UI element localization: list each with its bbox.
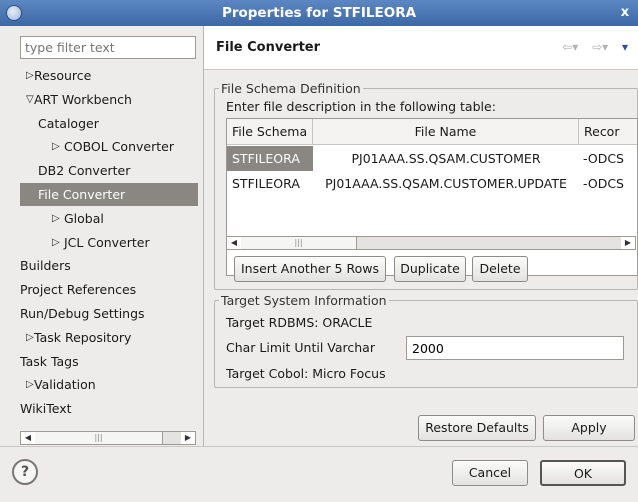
target-rdbms-label: Target RDBMS: ORACLE xyxy=(226,315,373,330)
tree-item-label: DB2 Converter xyxy=(38,163,131,179)
tree-item-label: COBOL Converter xyxy=(64,139,174,155)
back-icon[interactable]: ⇦▾ xyxy=(562,40,578,54)
target-cobol-label: Target Cobol: Micro Focus xyxy=(226,366,386,381)
help-icon[interactable]: ? xyxy=(12,459,38,485)
table-scrollbar[interactable]: ◀ ||| ▶ xyxy=(226,236,636,250)
nav-arrows: ⇦▾ ⇨▾ ▾ xyxy=(552,40,628,56)
restore-defaults-button[interactable]: Restore Defaults xyxy=(418,415,536,441)
collapsed-arrow-icon[interactable]: ▷ xyxy=(52,231,62,254)
tree-item-label: Validation xyxy=(34,377,96,393)
view-menu-icon[interactable]: ▾ xyxy=(622,40,628,54)
char-limit-input[interactable] xyxy=(406,336,624,360)
tree-item[interactable]: ▷ Global xyxy=(0,207,203,230)
right-panel: File Converter ⇦▾ ⇨▾ ▾ File Schema Defin… xyxy=(204,26,638,446)
tree-item-label: Task Tags xyxy=(20,353,79,369)
scroll-right-icon[interactable]: ▶ xyxy=(621,237,635,249)
close-icon[interactable]: x xyxy=(616,4,634,22)
cell-record[interactable]: -ODCS xyxy=(583,146,637,171)
tree-item[interactable]: ▷ JCL Converter xyxy=(0,231,203,254)
tree-item-label: File Converter xyxy=(38,187,126,202)
tree-item[interactable]: ▷ Resource xyxy=(0,64,203,87)
scroll-thumb[interactable]: ||| xyxy=(35,432,163,444)
tree-item-label: Cataloger xyxy=(38,115,99,131)
tree-item[interactable]: WikiText xyxy=(0,397,203,420)
cell-file-schema[interactable]: STFILEORA xyxy=(227,146,313,171)
title-bar: Properties for STFILEORA x xyxy=(0,0,638,26)
tree-item-label: Builders xyxy=(20,258,71,274)
tree-item-label: ART Workbench xyxy=(34,91,132,107)
page-header: File Converter ⇦▾ ⇨▾ ▾ xyxy=(204,26,638,70)
tree-item-label: Resource xyxy=(34,68,92,83)
file-schema-group-title: File Schema Definition xyxy=(219,81,363,96)
cell-file-name[interactable]: PJ01AAA.SS.QSAM.CUSTOMER.UPDATE xyxy=(313,171,579,196)
dialog-button-bar: ? Cancel OK xyxy=(0,446,638,502)
window-title: Properties for STFILEORA xyxy=(221,5,417,21)
collapsed-arrow-icon[interactable]: ▷ xyxy=(52,207,62,230)
insert-rows-button[interactable]: Insert Another 5 Rows xyxy=(234,256,386,282)
tree-item[interactable]: ▷ Validation xyxy=(0,373,203,396)
apply-button[interactable]: Apply xyxy=(543,415,635,441)
tree-item[interactable]: ▽ ART Workbench xyxy=(0,88,203,111)
table-row[interactable]: STFILEORA PJ01AAA.SS.QSAM.CUSTOMER -ODCS xyxy=(227,146,637,171)
cancel-button[interactable]: Cancel xyxy=(452,460,528,486)
cell-file-schema[interactable]: STFILEORA xyxy=(227,171,313,196)
tree-item[interactable]: Cataloger xyxy=(0,112,203,135)
tree-item-label: Project References xyxy=(20,282,137,298)
table-header: File Schema File Name Recor xyxy=(227,119,637,145)
tree-item-label: Task Repository xyxy=(34,329,132,345)
scroll-left-icon[interactable]: ◀ xyxy=(21,432,35,444)
scroll-thumb[interactable]: ||| xyxy=(241,237,357,249)
collapsed-arrow-icon[interactable]: ▷ xyxy=(52,135,62,158)
scroll-right-icon[interactable]: ▶ xyxy=(181,432,195,444)
scroll-left-icon[interactable]: ◀ xyxy=(227,237,241,249)
tree-item[interactable]: Task Tags xyxy=(0,350,203,373)
tree-item-label: WikiText xyxy=(20,401,72,417)
tree-item[interactable]: ▷ COBOL Converter xyxy=(0,135,203,158)
schema-table: File Schema File Name Recor STFILEORA PJ… xyxy=(226,118,638,276)
duplicate-button[interactable]: Duplicate xyxy=(394,256,466,282)
filter-input[interactable] xyxy=(20,36,196,59)
ok-button[interactable]: OK xyxy=(540,460,626,486)
tree-item-label: Global xyxy=(64,210,104,226)
tree-item[interactable]: ▷ Task Repository xyxy=(0,326,203,349)
cell-record[interactable]: -ODCS xyxy=(583,171,637,196)
tree-item-label: JCL Converter xyxy=(64,234,150,250)
tree-scrollbar[interactable]: ◀ ||| ▶ xyxy=(20,431,196,445)
tree-item-label: Run/Debug Settings xyxy=(20,306,145,321)
char-limit-label: Char Limit Until Varchar xyxy=(226,340,375,355)
schema-instruction: Enter file description in the following … xyxy=(226,99,496,114)
column-header-file-schema[interactable]: File Schema xyxy=(227,119,313,145)
tree-item[interactable]: Run/Debug Settings xyxy=(0,302,203,325)
delete-button[interactable]: Delete xyxy=(472,256,528,282)
table-row[interactable]: STFILEORA PJ01AAA.SS.QSAM.CUSTOMER.UPDAT… xyxy=(227,171,637,196)
tree-item[interactable]: Builders xyxy=(0,254,203,277)
cell-file-name[interactable]: PJ01AAA.SS.QSAM.CUSTOMER xyxy=(313,146,579,171)
forward-icon[interactable]: ⇨▾ xyxy=(592,40,608,54)
tree-item[interactable]: DB2 Converter xyxy=(0,159,203,182)
tree-item[interactable]: File Converter xyxy=(20,183,198,206)
tree-item[interactable]: Project References xyxy=(0,278,203,301)
column-header-file-name[interactable]: File Name xyxy=(313,119,579,145)
target-system-group-title: Target System Information xyxy=(219,293,389,308)
column-header-record[interactable]: Recor xyxy=(579,119,637,145)
left-panel: ▷Resource▽ART WorkbenchCataloger▷COBOL C… xyxy=(0,26,203,446)
page-title: File Converter xyxy=(216,40,321,55)
